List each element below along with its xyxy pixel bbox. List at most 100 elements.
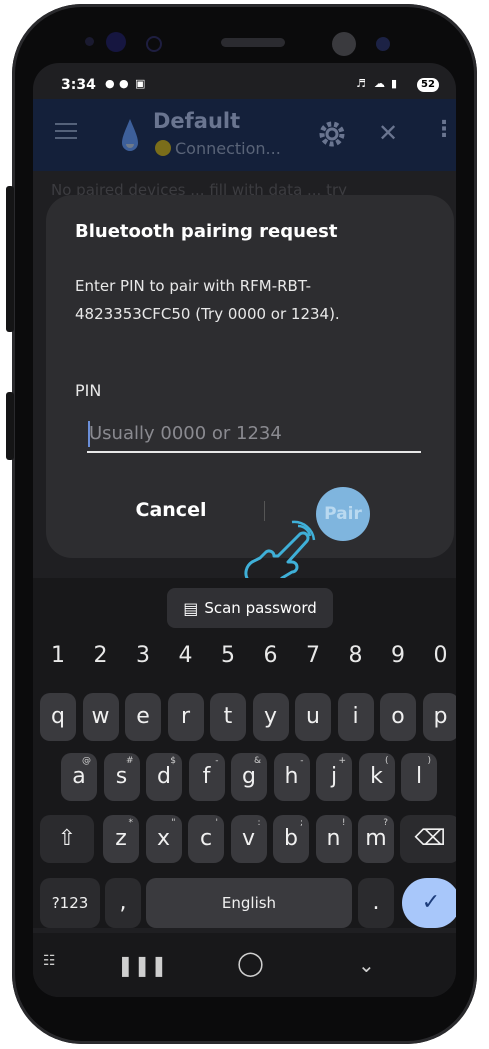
- scan-password-button[interactable]: ▤ Scan password: [167, 588, 333, 628]
- pair-button[interactable]: Pair: [316, 487, 370, 541]
- bluetooth-pairing-dialog: Bluetooth pairing request Enter PIN to p…: [46, 195, 454, 558]
- letter-key[interactable]: m?: [358, 815, 394, 863]
- letter-key[interactable]: y: [252, 693, 289, 741]
- pin-input[interactable]: [87, 415, 421, 453]
- letter-key[interactable]: a @: [61, 753, 97, 801]
- recents-icon[interactable]: ❚❚❚: [117, 953, 167, 977]
- front-sensor: [106, 32, 126, 52]
- connection-status: Connection...: [155, 139, 281, 158]
- letter-key-label: c: [199, 826, 213, 851]
- settings-gear-icon[interactable]: [317, 119, 347, 149]
- letter-key[interactable]: w: [82, 693, 119, 741]
- letter-key-label: b: [284, 826, 298, 851]
- front-camera: [332, 32, 356, 56]
- number-key[interactable]: 2: [86, 643, 116, 668]
- letter-key-symbol: $: [170, 756, 176, 766]
- letter-key-label: s: [115, 764, 128, 789]
- status-dot-icon: [155, 140, 171, 156]
- letter-key-symbol: &: [253, 756, 261, 766]
- number-key[interactable]: 0: [426, 643, 456, 668]
- letter-key[interactable]: z *: [103, 815, 139, 863]
- letter-key-label: h: [284, 764, 299, 789]
- letter-key[interactable]: s #: [103, 753, 140, 801]
- letter-key-symbol: (: [384, 756, 389, 766]
- letter-key-symbol: #: [125, 756, 134, 766]
- letter-key[interactable]: l): [401, 753, 437, 801]
- letter-key-label: l: [415, 764, 423, 789]
- letter-key[interactable]: j +: [316, 753, 352, 801]
- backspace-key[interactable]: ⌫: [400, 815, 456, 863]
- number-key[interactable]: 8: [341, 643, 371, 668]
- navigation-bar: ☷ ❚❚❚ ◯ ⌄: [33, 933, 456, 997]
- period-key[interactable]: .: [358, 878, 394, 928]
- home-icon[interactable]: ◯: [237, 949, 264, 977]
- cancel-button[interactable]: Cancel: [126, 493, 216, 527]
- letter-key[interactable]: x ": [145, 815, 182, 863]
- app-bar: Default Connection... ✕ ⋮: [33, 99, 456, 171]
- number-key[interactable]: 3: [128, 643, 158, 668]
- letter-key-symbol: ': [215, 818, 218, 828]
- app-title: Default: [153, 109, 241, 133]
- letter-key-symbol: ;: [299, 818, 303, 828]
- scan-password-label: Scan password: [204, 599, 317, 617]
- letter-key[interactable]: b;: [273, 815, 309, 863]
- overflow-menu-icon[interactable]: ⋮: [433, 117, 455, 142]
- number-key[interactable]: 7: [298, 643, 328, 668]
- letter-key[interactable]: p: [422, 693, 456, 741]
- letter-key[interactable]: d $: [146, 753, 182, 801]
- screen: 3:34 ● ● ▣ ♬ ☁ ▮ 52 Default Connection..…: [33, 63, 456, 997]
- app-logo-icon: [122, 119, 138, 151]
- close-icon[interactable]: ✕: [378, 119, 398, 147]
- letter-key-symbol: !: [341, 818, 346, 828]
- volume-button: [6, 186, 14, 332]
- letter-key[interactable]: e: [125, 693, 161, 741]
- signal-icon: ▮: [391, 77, 398, 90]
- menu-icon[interactable]: [55, 123, 77, 139]
- letter-key[interactable]: u: [295, 693, 331, 741]
- back-chevron-down-icon[interactable]: ⌄: [358, 953, 375, 977]
- letter-key-label: f: [202, 764, 211, 789]
- letter-key[interactable]: i: [337, 693, 374, 741]
- location-icon-2: ●: [119, 77, 129, 90]
- connection-status-text: Connection...: [175, 139, 281, 158]
- letter-key-symbol: -: [215, 756, 219, 766]
- status-time: 3:34: [61, 77, 96, 93]
- letter-key[interactable]: r: [167, 693, 204, 741]
- comma-key[interactable]: ,: [105, 878, 141, 928]
- number-key[interactable]: 6: [256, 643, 286, 668]
- letter-key-symbol: +: [338, 756, 346, 766]
- letter-key-label: g: [242, 764, 256, 789]
- letter-key[interactable]: h-: [273, 753, 310, 801]
- letter-key-symbol: @: [82, 756, 91, 766]
- number-key[interactable]: 4: [171, 643, 201, 668]
- pin-label: PIN: [75, 381, 102, 400]
- letter-key[interactable]: v:: [230, 815, 267, 863]
- number-key[interactable]: 9: [383, 643, 413, 668]
- letter-key[interactable]: k(: [358, 753, 395, 801]
- keyboard-switch-icon[interactable]: ☷: [43, 953, 56, 969]
- number-key[interactable]: 5: [213, 643, 243, 668]
- letter-key-label: a: [72, 764, 86, 789]
- letter-key[interactable]: q: [40, 693, 76, 741]
- shift-key[interactable]: ⇧: [40, 815, 94, 863]
- letter-key[interactable]: t: [210, 693, 246, 741]
- letter-key-symbol: *: [128, 818, 134, 828]
- dialog-title: Bluetooth pairing request: [75, 221, 338, 242]
- sensor-ring: [146, 36, 162, 52]
- symbols-key[interactable]: ?123: [40, 878, 100, 928]
- enter-check-button[interactable]: ✓: [402, 878, 456, 928]
- space-key[interactable]: English: [146, 878, 352, 928]
- location-icon: ●: [105, 77, 115, 90]
- dialog-message: Enter PIN to pair with RFM-RBT-4823353CF…: [75, 277, 340, 323]
- number-key[interactable]: 1: [43, 643, 73, 668]
- letter-key[interactable]: o: [380, 693, 416, 741]
- scan-icon: ▤: [183, 598, 199, 618]
- letter-key[interactable]: c ': [188, 815, 224, 863]
- letter-key-symbol: :: [257, 818, 261, 828]
- text-cursor: [88, 421, 90, 447]
- letter-key[interactable]: f-: [188, 753, 225, 801]
- proximity-sensor: [376, 37, 390, 51]
- letter-key[interactable]: n!: [315, 815, 352, 863]
- letter-key-label: d: [157, 764, 171, 789]
- letter-key[interactable]: g &: [231, 753, 267, 801]
